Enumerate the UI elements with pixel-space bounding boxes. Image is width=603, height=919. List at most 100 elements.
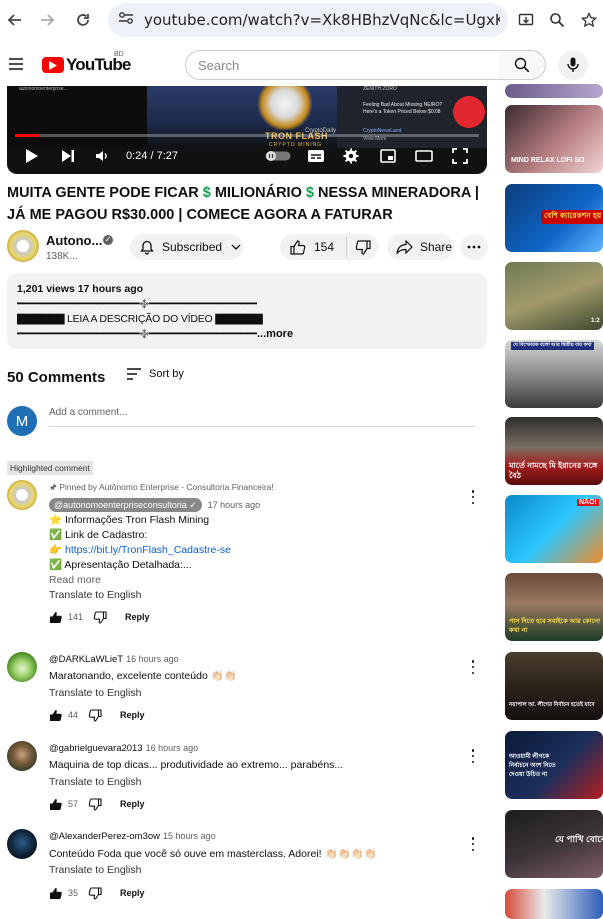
miniplayer-icon[interactable]: [380, 146, 396, 166]
author-handle-chip[interactable]: @autonomoenterpriseconsultoria ✓: [49, 498, 202, 512]
recommended-video-thumb[interactable]: নয়াপাল আ. লীগের নির্বাচন হতেই যাবে: [505, 652, 603, 720]
like-count: 154: [314, 240, 335, 254]
comment-handle: @autonomoenterpriseconsultoria: [54, 500, 187, 510]
subtitles-icon[interactable]: [307, 146, 325, 166]
translate-link[interactable]: Translate to English: [49, 686, 469, 701]
comment-thread: @gabrielguevara2013 16 hours ago Maquina …: [7, 741, 489, 817]
comment-menu-icon[interactable]: [469, 660, 477, 674]
show-more-link[interactable]: ...more: [257, 327, 293, 342]
comment-handle[interactable]: @gabrielguevara2013: [49, 743, 143, 754]
cadastro-link[interactable]: https://bit.ly/TronFlash_Cadastre-se: [65, 544, 231, 556]
recommended-video-thumb[interactable]: মার্তে নামছে মি ইরানের সঙ্গে বৈঠ: [505, 417, 603, 485]
recommended-video-thumb[interactable]: [505, 84, 603, 98]
thumbs-up-icon[interactable]: [290, 239, 306, 255]
comment-time[interactable]: 16 hours ago: [126, 654, 179, 664]
subscribed-button[interactable]: Subscribed: [130, 234, 243, 260]
next-icon[interactable]: [61, 146, 75, 166]
translate-link[interactable]: Translate to English: [49, 775, 469, 790]
verified-check-icon: ✓: [103, 235, 113, 245]
thumbs-down-icon[interactable]: [355, 239, 371, 255]
site-settings-icon[interactable]: [118, 11, 134, 30]
volume-icon[interactable]: [95, 146, 109, 166]
thumbs-up-icon[interactable]: [49, 798, 63, 811]
install-app-icon[interactable]: [514, 8, 538, 32]
theater-mode-icon[interactable]: [415, 146, 433, 166]
youtube-logo[interactable]: YouTube BD: [42, 51, 131, 75]
reply-button[interactable]: Reply: [125, 610, 150, 625]
reply-button[interactable]: Reply: [120, 797, 145, 812]
read-more-link[interactable]: Read more: [49, 573, 469, 588]
recommended-video-thumb[interactable]: যে পাখি বোঝে: [505, 810, 603, 878]
thumbs-down-icon[interactable]: [93, 610, 107, 624]
recommended-video-thumb[interactable]: 1:2: [505, 262, 603, 330]
comment-time[interactable]: 15 hours ago: [163, 831, 216, 841]
bookmark-star-icon[interactable]: [577, 8, 601, 32]
comment-time[interactable]: 16 hours ago: [146, 743, 199, 753]
thumbs-up-icon[interactable]: [49, 709, 63, 722]
video-player[interactable]: autonomoenterprise... CryptoDaily TRON F…: [7, 86, 487, 174]
play-icon[interactable]: [25, 146, 39, 166]
reply-button[interactable]: Reply: [120, 708, 145, 723]
thumbs-down-icon[interactable]: [88, 886, 102, 900]
thumbs-down-icon[interactable]: [88, 797, 102, 811]
forward-icon[interactable]: [32, 5, 62, 35]
subscriber-count: 138K...: [46, 251, 78, 262]
comment-handle[interactable]: @AlexanderPerez-om3ow: [49, 831, 160, 842]
comment-avatar[interactable]: [7, 741, 37, 771]
thumbs-up-icon[interactable]: [49, 887, 63, 900]
sort-by-button[interactable]: Sort by: [126, 368, 184, 380]
thumb-caption: নয়াপাল আ. লীগের নির্বাচন হতেই যাবে: [509, 702, 595, 708]
reload-icon[interactable]: [68, 5, 98, 35]
comment-avatar[interactable]: [7, 480, 37, 510]
comment-line: ✅ Apresentação Detalhada:...: [49, 559, 192, 571]
recommended-video-thumb[interactable]: আওয়ামী লীগকে নির্বাচনে অংশ নিতে দেওয়া …: [505, 731, 603, 799]
chevron-down-icon: [231, 244, 241, 250]
comment-avatar[interactable]: [7, 829, 37, 859]
autoplay-toggle[interactable]: [265, 146, 291, 166]
comment-handle[interactable]: @DARKLaWLieT: [49, 654, 123, 665]
channel-avatar[interactable]: [7, 230, 39, 262]
recommended-video-thumb[interactable]: বেশি ক্যারেকশন হয় গেছে: [505, 184, 603, 252]
translate-link[interactable]: Translate to English: [49, 588, 469, 603]
comment-menu-icon[interactable]: [469, 490, 477, 504]
comment-menu-icon[interactable]: [469, 837, 477, 851]
recommended-video-thumb[interactable]: পাস দিতে হবে সবাইকে আর কোনো কথা না: [505, 573, 603, 641]
thumbs-down-icon[interactable]: [88, 708, 102, 722]
highlighted-comment-tag: Highlighted comment: [7, 461, 93, 475]
add-comment-input[interactable]: Add a comment...: [49, 407, 475, 427]
comment-actions: 35 Reply: [49, 884, 469, 902]
news-headline: Feeling Bad About Missing NEIRO? Here's …: [363, 102, 443, 115]
menu-icon[interactable]: [8, 57, 24, 76]
channel-name[interactable]: Autono...: [46, 233, 102, 248]
comment-time[interactable]: 17 hours ago: [208, 500, 261, 510]
search-input[interactable]: Search: [185, 50, 500, 80]
recommended-video-thumb[interactable]: MIND RELAX LOFI SO: [505, 105, 603, 173]
comment-actions: 141 Reply: [49, 608, 469, 626]
more-actions-button[interactable]: [460, 234, 488, 260]
comment-avatar[interactable]: [7, 652, 37, 682]
description-box[interactable]: 1,201 views 17 hours ago ━━━━━━━━━━━━━━━…: [7, 273, 487, 349]
voice-search-button[interactable]: [558, 50, 588, 80]
thumb-duration: 1:2: [591, 318, 600, 324]
more-horizontal-icon: [467, 245, 481, 249]
translate-link[interactable]: Translate to English: [49, 863, 469, 878]
search-button[interactable]: [499, 50, 546, 80]
thumbs-up-icon[interactable]: [49, 611, 63, 624]
fullscreen-icon[interactable]: [452, 146, 468, 166]
zoom-icon[interactable]: [545, 8, 569, 32]
sort-icon: [127, 368, 141, 380]
thumb-caption: NÃO!: [577, 499, 599, 506]
reply-button[interactable]: Reply: [120, 886, 145, 901]
recommended-video-thumb[interactable]: যে বিস্ফোরক বলো আর দ্বিতীয় বার কথা: [505, 340, 603, 408]
address-bar[interactable]: youtube.com/watch?v=Xk8HBhzVqNc&lc=UgxK1…: [108, 3, 508, 37]
mic-icon: [567, 57, 579, 72]
share-button[interactable]: Share: [387, 234, 454, 260]
recommended-video-thumb[interactable]: [505, 889, 603, 919]
comment-body: @DARKLaWLieT 16 hours ago Maratonando, ex…: [49, 652, 469, 724]
progress-bar[interactable]: [15, 134, 479, 137]
url-text[interactable]: youtube.com/watch?v=Xk8HBhzVqNc&lc=UgxK1…: [144, 11, 500, 29]
settings-gear-icon[interactable]: [343, 146, 359, 166]
back-icon[interactable]: [0, 5, 30, 35]
recommended-video-thumb[interactable]: NÃO!: [505, 495, 603, 563]
comment-menu-icon[interactable]: [469, 749, 477, 763]
